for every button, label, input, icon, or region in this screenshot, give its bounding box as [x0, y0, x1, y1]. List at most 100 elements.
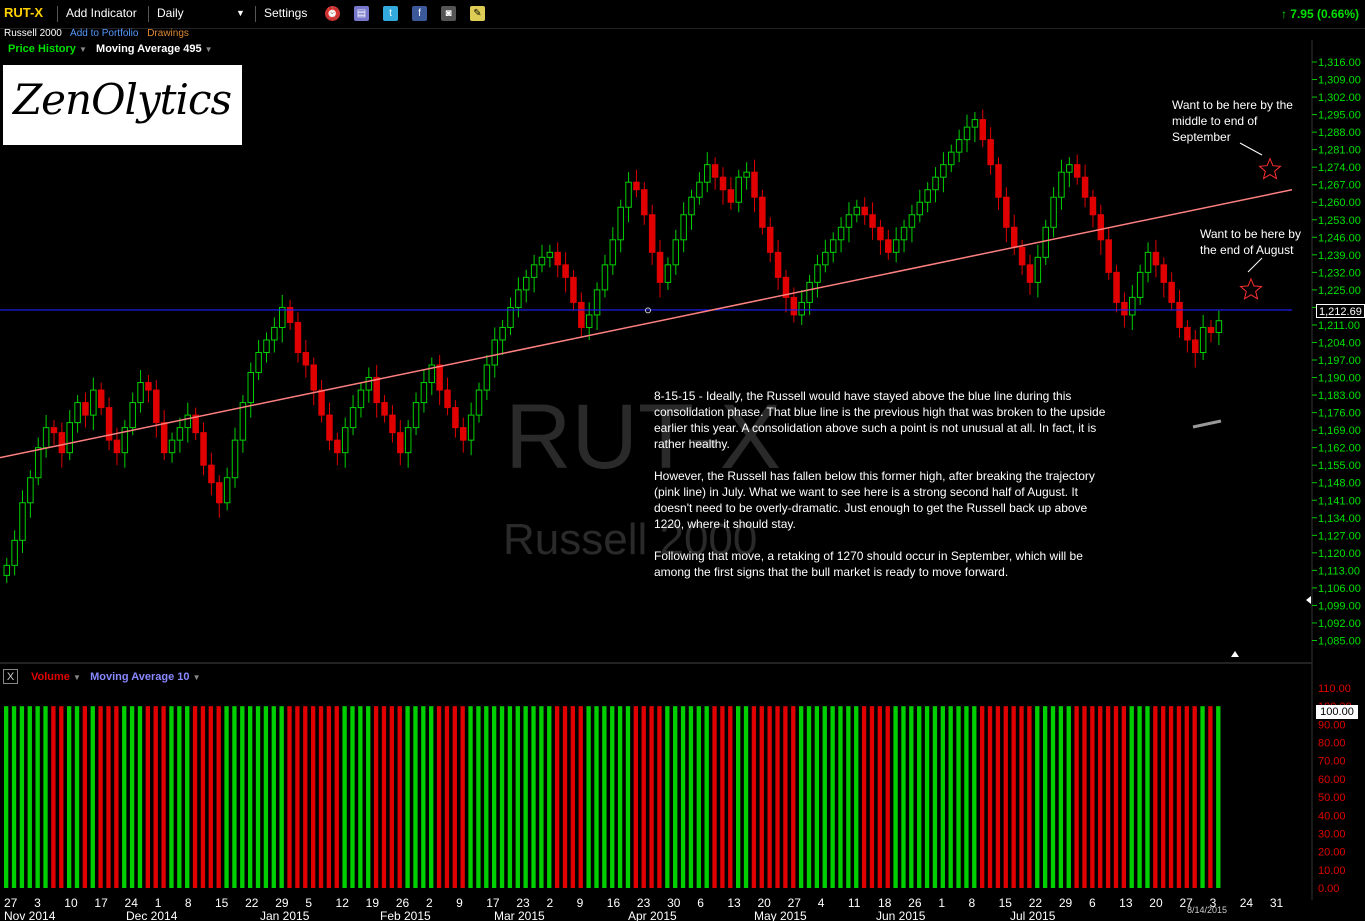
chevron-down-icon[interactable]: ▼ [193, 673, 201, 682]
x-day-label: 9 [456, 896, 463, 910]
candle-body [601, 264, 609, 291]
x-day-label: 8 [185, 896, 192, 910]
x-day-label: 20 [757, 896, 771, 910]
x-day-label: 19 [366, 896, 380, 910]
y-tick-label: 1,120.00 [1318, 548, 1361, 560]
y-tick-label: 1,309.00 [1318, 75, 1361, 87]
volume-bar [476, 706, 481, 888]
volume-bar [649, 706, 654, 888]
volume-bar [617, 706, 623, 888]
candle-body [861, 206, 868, 216]
x-day-label: 6 [697, 896, 704, 910]
candle-body [735, 176, 743, 203]
candle-body [892, 239, 900, 253]
volume-bar [90, 706, 95, 888]
volume-bar [129, 706, 135, 888]
volume-bar [11, 706, 17, 888]
volume-bar [743, 706, 749, 888]
candle-body [877, 226, 884, 241]
candle-body [349, 407, 357, 429]
candle-body [310, 364, 317, 391]
candle-body [1105, 239, 1112, 273]
x-day-label: 29 [1059, 896, 1073, 910]
candle-body [247, 372, 255, 404]
volume-bar [248, 706, 253, 888]
x-day-label: 15 [215, 896, 229, 910]
candle-body [822, 251, 829, 266]
volume-bar [208, 706, 213, 888]
candle-body [129, 402, 136, 429]
volume-bar [972, 706, 977, 888]
volume-bar [1027, 706, 1032, 888]
y-tick-label: 1,211.00 [1318, 320, 1360, 332]
x-month-label: Jun 2015 [876, 909, 926, 921]
volume-bar [232, 706, 237, 888]
chevron-down-icon[interactable]: ▼ [73, 673, 81, 682]
candle-body [1207, 326, 1215, 333]
volume-bar [861, 706, 867, 888]
commentary-paragraph: However, the Russell has fallen below th… [654, 469, 1095, 531]
candle-body [184, 414, 192, 429]
candle-body [940, 164, 947, 178]
candle-body [436, 364, 443, 391]
y-tick-label: 1,113.00 [1318, 565, 1360, 577]
x-day-label: 24 [1240, 896, 1254, 910]
candle-body [609, 239, 617, 266]
candle-body [168, 439, 176, 454]
volume-bar [200, 706, 206, 888]
volume-bar [358, 706, 363, 888]
x-month-label: Jan 2015 [260, 909, 310, 921]
volume-bar [185, 706, 190, 888]
candle-body [641, 189, 648, 216]
candle-body [404, 427, 412, 454]
y-tick-label: 1,204.00 [1318, 337, 1361, 349]
y-tick-label: 1,232.00 [1318, 267, 1361, 279]
candle-body [1176, 301, 1183, 328]
candle-body [389, 414, 396, 434]
volume-bar [51, 706, 56, 888]
candle-body [491, 339, 499, 366]
volume-bar [1145, 706, 1150, 888]
candle-body [1018, 246, 1026, 266]
volume-bar [499, 706, 505, 888]
volume-bar [806, 706, 812, 888]
candle-body [373, 377, 380, 404]
candle-body [145, 382, 152, 391]
x-day-label: 8 [968, 896, 975, 910]
volume-bar [1153, 706, 1158, 888]
volume-bar [814, 706, 820, 888]
y-tick-label: 1,253.00 [1318, 215, 1361, 227]
candle-body [900, 226, 908, 241]
candle-body [672, 239, 680, 266]
volume-bar [279, 706, 284, 888]
volume-bar [822, 706, 827, 888]
volume-indicator[interactable]: Volume [31, 671, 70, 683]
volume-bar [318, 706, 324, 888]
august-target-star-icon [1239, 277, 1263, 300]
x-day-label: 26 [908, 896, 922, 910]
volume-bar [1019, 706, 1024, 888]
volume-bar [1074, 706, 1079, 888]
x-day-label: 23 [516, 896, 530, 910]
candle-body [664, 264, 672, 283]
candle-body [696, 181, 703, 198]
x-month-label: Apr 2015 [628, 909, 677, 921]
candle-body [460, 427, 467, 441]
candle-body [585, 314, 593, 328]
volume-bar [169, 706, 174, 888]
august-arrow [1247, 257, 1263, 273]
volume-moving-average-indicator[interactable]: Moving Average 10 [90, 671, 189, 683]
volume-tick-label: 20.00 [1318, 847, 1346, 859]
candle-body [1050, 196, 1057, 228]
volume-bar [712, 706, 717, 888]
close-panel-button[interactable]: X [3, 669, 18, 684]
candle-body [656, 251, 664, 283]
volume-bar [224, 706, 229, 888]
volume-bar [27, 706, 32, 888]
x-day-label: 26 [396, 896, 410, 910]
volume-bar [373, 706, 379, 888]
candle-body [326, 414, 333, 441]
volume-bar [948, 706, 953, 888]
candle-body [113, 439, 121, 454]
volume-bar [303, 706, 308, 888]
